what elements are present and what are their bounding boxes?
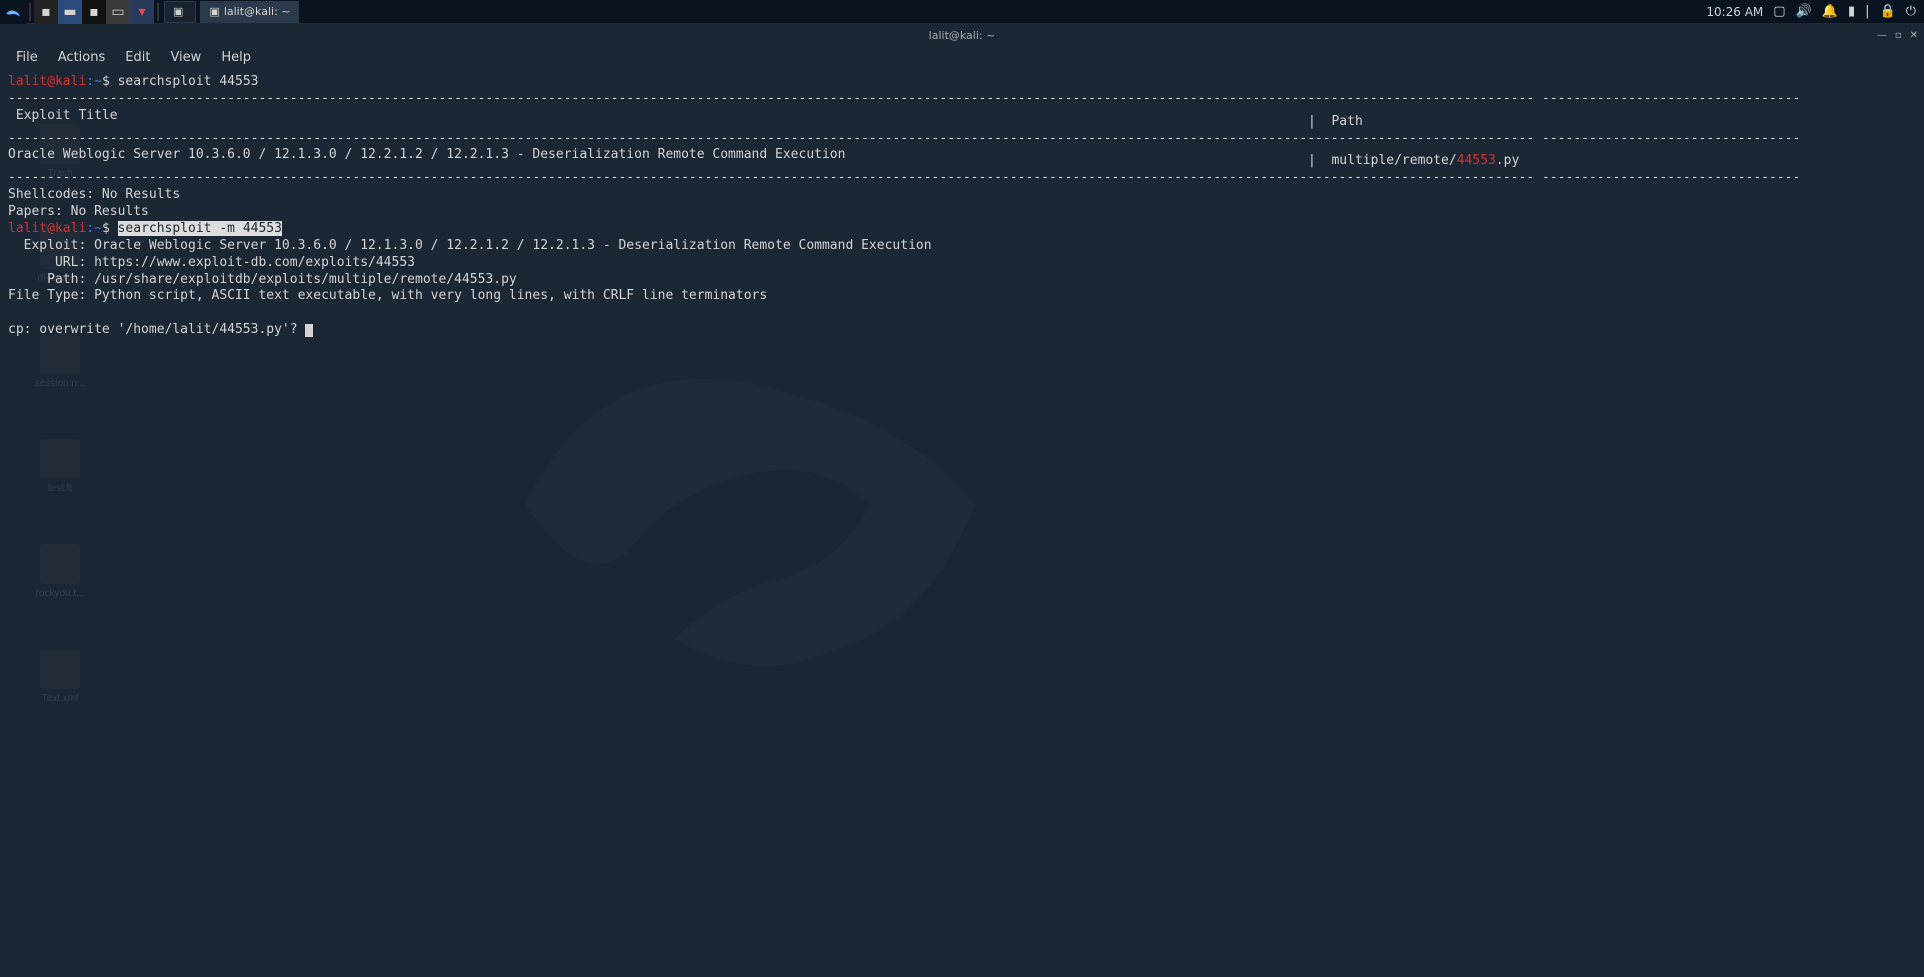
taskbar: ▪ ▬ ▪ ▭ ▾ ▣ ▣ lalit@kali: ~ 10:26 AM ▢ 🔊… <box>0 0 1924 24</box>
taskbar-window-1[interactable]: ▣ <box>164 1 196 23</box>
taskbar-left: ▪ ▬ ▪ ▭ ▾ ▣ ▣ lalit@kali: ~ <box>0 0 301 23</box>
prompt-dollar: $ <box>102 74 110 89</box>
table-divider: ----------------------------------------… <box>8 170 1800 185</box>
desktop-item: rockyou.t... <box>20 544 100 599</box>
menu-help[interactable]: Help <box>211 48 261 67</box>
table-divider: ----------------------------------------… <box>8 91 1800 106</box>
volume-icon[interactable]: 🔊 <box>1796 4 1812 19</box>
table-row-path-prefix: multiple/remote/ <box>1331 153 1456 168</box>
terminal-icon: ▣ <box>209 5 219 18</box>
taskbar-window-title: lalit@kali: ~ <box>224 5 291 18</box>
clock[interactable]: 10:26 AM <box>1706 5 1763 19</box>
separator <box>157 3 159 21</box>
separator <box>29 3 31 21</box>
notification-icon[interactable]: 🔔 <box>1822 4 1838 19</box>
display-icon[interactable]: ▢ <box>1773 4 1785 19</box>
prompt-user: lalit@kali <box>8 221 86 236</box>
prompt-user: lalit@kali <box>8 74 86 89</box>
command-1: searchsploit 44553 <box>118 74 259 89</box>
close-button[interactable]: ✕ <box>1910 30 1918 41</box>
lock-icon[interactable]: 🔒 <box>1880 4 1896 19</box>
table-row-path-match: 44553 <box>1457 153 1496 168</box>
app-shortcut-1-icon[interactable]: ▪ <box>34 0 58 24</box>
menu-actions[interactable]: Actions <box>48 48 116 67</box>
terminal-icon: ▣ <box>173 5 183 18</box>
menu-view[interactable]: View <box>160 48 211 67</box>
battery-icon[interactable]: ▮ <box>1848 4 1855 19</box>
separator: | <box>1865 4 1869 19</box>
system-tray: 10:26 AM ▢ 🔊 🔔 ▮ | 🔒 ⏻ <box>1706 4 1924 19</box>
prompt-path: ~ <box>94 221 102 236</box>
shellcodes-line: Shellcodes: No Results <box>8 187 180 202</box>
prompt-path: ~ <box>94 74 102 89</box>
terminal-window: Trash rfi-locals... session.n... test.ft… <box>0 24 1924 977</box>
app-shortcut-5-icon[interactable]: ▾ <box>130 0 154 24</box>
prompt-sep: : <box>86 74 94 89</box>
taskbar-window-2[interactable]: ▣ lalit@kali: ~ <box>200 1 299 23</box>
prompt-dollar: $ <box>102 221 110 236</box>
filetype-detail-line: File Type: Python script, ASCII text exe… <box>8 288 767 303</box>
window-title: lalit@kali: ~ <box>929 29 996 42</box>
app-shortcut-2-icon[interactable]: ▬ <box>58 0 82 24</box>
table-header-exploit: Exploit Title <box>8 108 1308 125</box>
table-header-path: Path <box>1324 114 1363 131</box>
cursor-icon <box>305 324 313 337</box>
table-divider: ----------------------------------------… <box>8 131 1800 146</box>
window-controls: — ▫ ✕ <box>1877 30 1918 41</box>
url-detail-line: URL: https://www.exploit-db.com/exploits… <box>8 255 415 270</box>
titlebar[interactable]: lalit@kali: ~ — ▫ ✕ <box>0 24 1924 46</box>
app-shortcut-4-icon[interactable]: ▭ <box>106 0 130 24</box>
minimize-button[interactable]: — <box>1877 30 1887 41</box>
prompt-sep: : <box>86 221 94 236</box>
menu-file[interactable]: File <box>6 48 48 67</box>
papers-line: Papers: No Results <box>8 204 149 219</box>
menu-edit[interactable]: Edit <box>115 48 160 67</box>
kali-menu-icon[interactable] <box>0 0 26 24</box>
table-row-path-suffix: .py <box>1496 153 1519 168</box>
terminal-output[interactable]: lalit@kali:~$ searchsploit 44553 -------… <box>0 68 1924 345</box>
desktop-item: Text.xml <box>20 649 100 704</box>
maximize-button[interactable]: ▫ <box>1895 30 1902 41</box>
table-row-exploit: Oracle Weblogic Server 10.3.6.0 / 12.1.3… <box>8 147 1308 164</box>
app-shortcut-3-icon[interactable]: ▪ <box>82 0 106 24</box>
exploit-detail-line: Exploit: Oracle Weblogic Server 10.3.6.0… <box>8 238 932 253</box>
cp-overwrite-prompt: cp: overwrite '/home/lalit/44553.py'? <box>8 322 305 337</box>
power-icon[interactable]: ⏻ <box>1906 4 1916 19</box>
menubar: File Actions Edit View Help <box>0 46 1924 68</box>
desktop-item: test.ft <box>20 439 100 494</box>
path-detail-line: Path: /usr/share/exploitdb/exploits/mult… <box>8 272 517 287</box>
command-2: searchsploit -m 44553 <box>118 221 282 236</box>
